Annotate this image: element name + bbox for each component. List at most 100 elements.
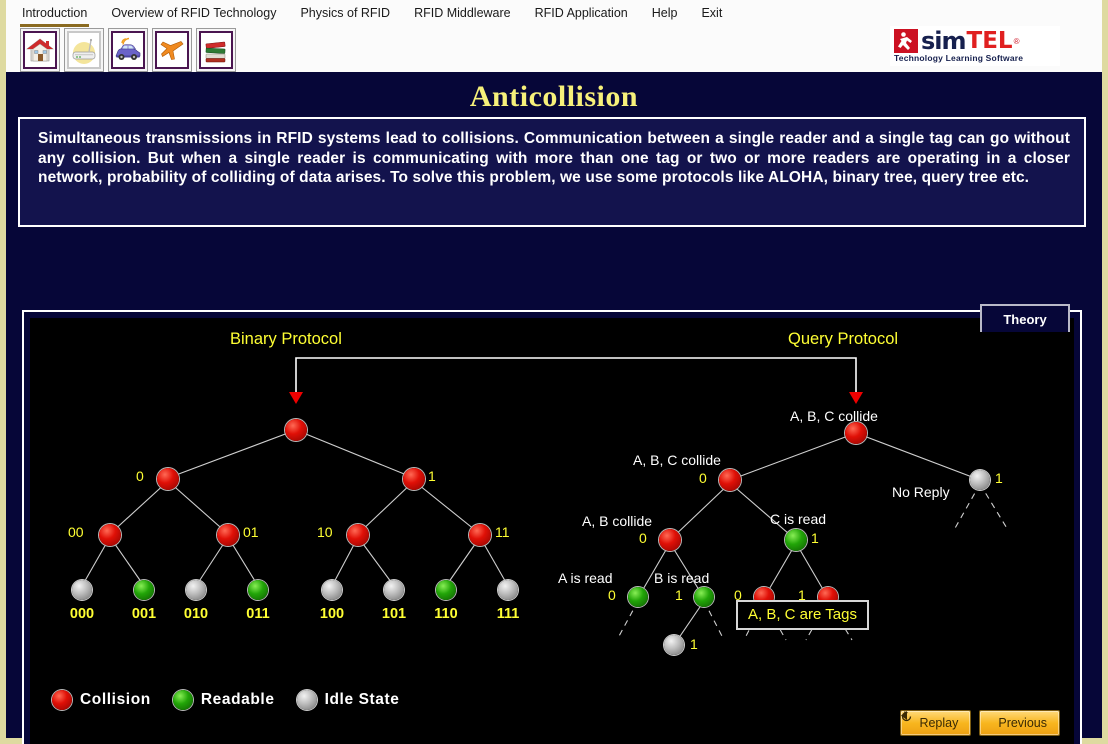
binary-node-11 <box>469 524 491 546</box>
query-node-a-read-note: A is read <box>558 570 613 586</box>
legend-item-readable: Readable <box>172 690 275 710</box>
car-icon <box>111 31 145 69</box>
menu-item-physics-of-rfid[interactable]: Physics of RFID <box>298 3 392 24</box>
query-node-b-read <box>694 587 714 607</box>
query-node-no-reply-edge: 1 <box>995 470 1003 486</box>
binary-leaf-000 <box>72 580 92 600</box>
menu-item-help[interactable]: Help <box>650 3 680 24</box>
binary-leaf-011 <box>248 580 268 600</box>
application-window: Introduction Overview of RFID Technology… <box>0 0 1108 744</box>
query-node-idle-bottom-edge: 1 <box>690 636 698 652</box>
menu-item-rfid-application[interactable]: RFID Application <box>533 3 630 24</box>
legend-item-readable-label: Readable <box>200 691 275 708</box>
menu-item-overview-of-rfid-technology[interactable]: Overview of RFID Technology <box>109 3 278 24</box>
toolbar-button-home-application[interactable] <box>20 28 60 72</box>
replay-button-label: Replay <box>919 716 959 730</box>
binary-node-1 <box>403 468 425 490</box>
binary-leaf-001-label: 001 <box>131 606 157 622</box>
idle-dot-icon <box>296 690 317 710</box>
query-root-note: A, B, C collide <box>790 408 878 424</box>
query-node-b-read-edge: 1 <box>675 587 683 603</box>
binary-protocol-title: Binary Protocol <box>230 330 342 348</box>
binary-node-10 <box>347 524 369 546</box>
query-node-c-read-note: C is read <box>770 511 827 527</box>
query-node-b-read-note: B is read <box>654 570 710 586</box>
binary-node-0-label: 0 <box>136 468 144 484</box>
legend-item-collision-label: Collision <box>80 691 151 708</box>
binary-leaf-001 <box>134 580 154 600</box>
tag-note-box: A, B, C are Tags <box>736 600 869 630</box>
query-node-no-reply-note: No Reply <box>892 484 950 500</box>
previous-button[interactable]: Previous <box>901 710 1060 736</box>
collision-dot-icon <box>52 690 72 710</box>
books-icon <box>199 31 233 69</box>
binary-node-0 <box>157 468 179 490</box>
airplane-icon <box>155 31 189 69</box>
toolbar-button-reader-application[interactable] <box>64 28 104 72</box>
binary-node-11-label: 11 <box>495 524 510 540</box>
binary-leaf-011-label: 011 <box>246 606 270 622</box>
query-node-c-read <box>785 529 807 551</box>
top-chrome: Introduction Overview of RFID Technology… <box>6 0 1102 72</box>
query-node-ab-collide <box>659 529 681 551</box>
binary-node-root <box>285 419 307 441</box>
query-node-c-read-edge: 1 <box>811 530 819 546</box>
binary-node-00-label: 00 <box>68 524 84 540</box>
menu-item-exit[interactable]: Exit <box>699 3 724 24</box>
binary-leaf-100 <box>322 580 342 600</box>
binary-leaf-111-label: 111 <box>496 606 520 622</box>
binary-node-1-label: 1 <box>428 468 436 484</box>
logo-wordmark: sim TEL ® <box>894 28 1020 54</box>
query-node-no-reply <box>970 470 990 490</box>
query-protocol-title: Query Protocol <box>788 330 899 348</box>
binary-leaf-101 <box>384 580 404 600</box>
legend: Collision Readable Idle State <box>52 690 399 710</box>
tree-edges <box>81 357 1009 646</box>
legend-item-idle-state: Idle State <box>296 690 400 710</box>
toolbar <box>20 28 236 72</box>
legend-item-idle-state-label: Idle State <box>324 691 400 708</box>
router-icon <box>67 31 101 69</box>
animation-panel: Binary Protocol 0 1 00 01 10 11 000 001 <box>22 310 1082 744</box>
content-area: Anticollision Simultaneous transmissions… <box>6 72 1102 744</box>
binary-leaf-000-label: 000 <box>69 606 95 622</box>
readable-dot-icon <box>172 690 193 710</box>
registered-mark-icon: ® <box>1013 36 1020 46</box>
binary-node-10-label: 10 <box>317 524 333 540</box>
query-node-ab-collide-note: A, B collide <box>582 513 653 529</box>
query-node-root <box>845 422 867 444</box>
toolbar-button-aviation-application[interactable] <box>152 28 192 72</box>
logo-tagline: Technology Learning Software <box>894 53 1024 63</box>
binary-node-01 <box>217 524 239 546</box>
menu-bar: Introduction Overview of RFID Technology… <box>6 0 1102 27</box>
simtel-mark-icon <box>894 29 918 53</box>
animation-stage: Binary Protocol 0 1 00 01 10 11 000 001 <box>30 318 1074 744</box>
replay-button[interactable]: Replay <box>900 710 972 736</box>
query-node-a-read <box>628 587 648 607</box>
binary-leaf-010-label: 010 <box>183 606 209 622</box>
tab-theory[interactable]: Theory <box>980 304 1070 332</box>
intro-panel: Simultaneous transmissions in RFID syste… <box>18 117 1086 227</box>
previous-button-label: Previous <box>998 716 1047 730</box>
toolbar-button-vehicle-application[interactable] <box>108 28 148 72</box>
binary-leaf-110-label: 110 <box>434 606 458 622</box>
legend-item-collision: Collision <box>52 690 151 710</box>
binary-leaf-110 <box>436 580 456 600</box>
query-node-a-read-edge: 0 <box>608 587 616 603</box>
binary-node-01-label: 01 <box>243 524 259 540</box>
binary-leaf-010 <box>186 580 206 600</box>
menu-item-introduction[interactable]: Introduction <box>20 3 90 27</box>
logo-text-tel: TEL <box>966 28 1013 54</box>
query-node-ab-collide-edge: 0 <box>639 530 647 546</box>
query-node-0-edge: 0 <box>699 470 707 486</box>
query-node-0-note: A, B, C collide <box>633 452 721 468</box>
binary-leaf-100-label: 100 <box>319 606 345 622</box>
logo-text-sim: sim <box>921 27 967 55</box>
menu-item-rfid-middleware[interactable]: RFID Middleware <box>412 3 513 24</box>
toolbar-button-library-application[interactable] <box>196 28 236 72</box>
simtel-logo: sim TEL ® Technology Learning Software <box>890 26 1060 66</box>
binary-leaf-101-label: 101 <box>381 606 407 622</box>
binary-node-00 <box>99 524 121 546</box>
query-node-0 <box>719 469 741 491</box>
intro-text: Simultaneous transmissions in RFID syste… <box>38 130 1070 186</box>
